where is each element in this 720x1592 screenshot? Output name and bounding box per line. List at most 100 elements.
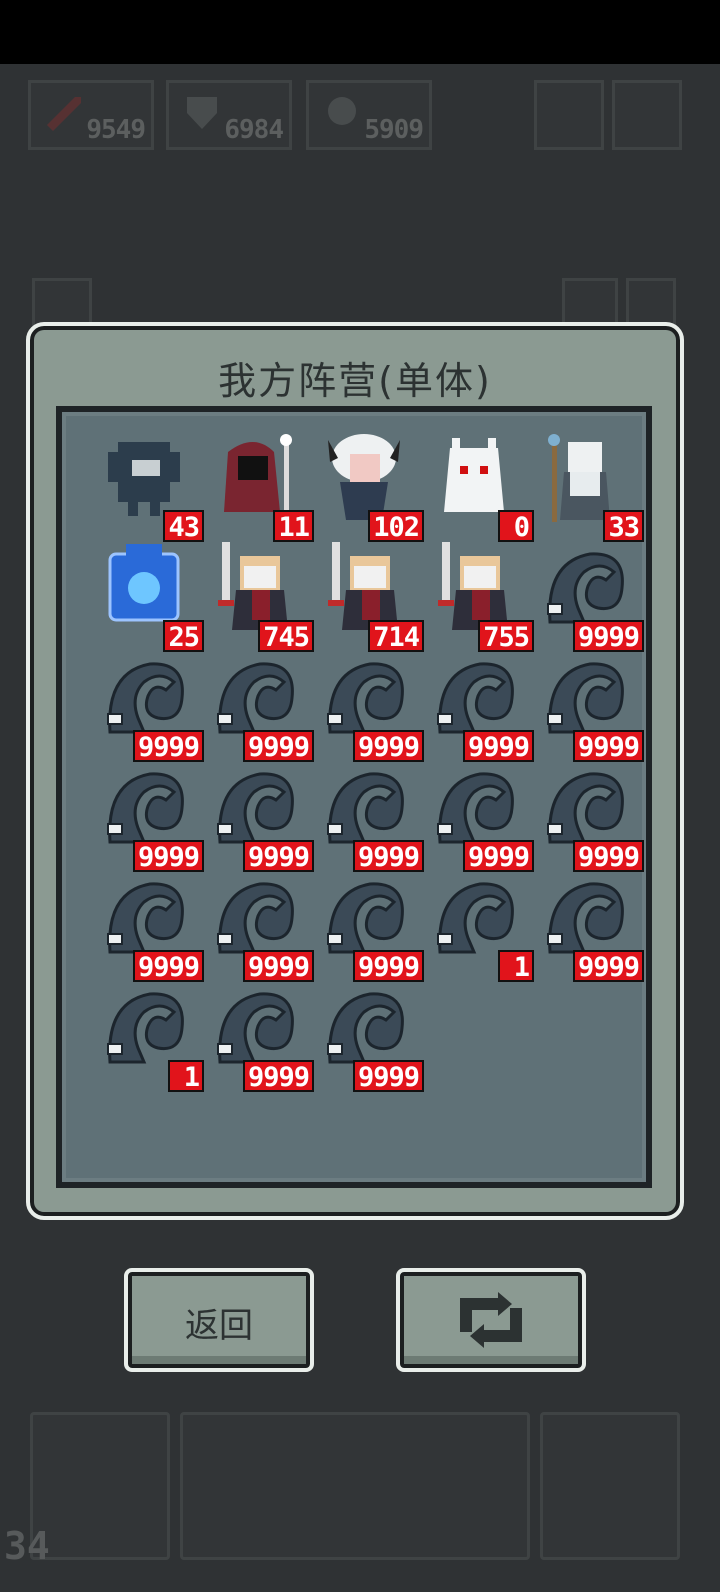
unit-slot[interactable]: 9999	[204, 872, 314, 983]
unit-count-badge: 0	[498, 510, 534, 543]
unit-count-badge: 714	[368, 620, 424, 653]
shield-icon	[187, 97, 217, 129]
unit-slot[interactable]: 9999	[204, 652, 314, 763]
modal-title: 我方阵营(单体)	[218, 359, 492, 403]
white-haired-demon-sprite	[328, 434, 400, 520]
unit-count-badge: 9999	[132, 840, 204, 873]
unit-slot[interactable]: 9999	[424, 762, 534, 873]
swirl-slime-sprite	[217, 662, 294, 734]
unit-slot[interactable]: 33	[534, 432, 644, 543]
unit-slot[interactable]: 9999	[204, 982, 314, 1093]
hud-side-button-2	[562, 278, 618, 328]
unit-count-badge: 43	[163, 510, 204, 543]
unit-slot[interactable]: 9999	[314, 872, 424, 983]
swirl-slime-sprite	[217, 992, 294, 1064]
swirl-slime-sprite	[327, 662, 404, 734]
unit-slot[interactable]: 9999	[94, 652, 204, 763]
swirl-slime-sprite	[327, 772, 404, 844]
unit-count-badge: 9999	[242, 840, 314, 873]
unit-count-badge: 102	[368, 510, 424, 543]
unit-slot[interactable]: 43	[94, 432, 204, 543]
bg-counter: 34	[4, 1524, 50, 1568]
blue-crystal-sprite	[108, 544, 180, 622]
resource-magic: 5909	[306, 80, 432, 150]
swirl-slime-sprite	[327, 882, 404, 954]
unit-count-badge: 11	[273, 510, 314, 543]
unit-slot[interactable]: 9999	[534, 652, 644, 763]
unit-slot[interactable]: 9999	[94, 872, 204, 983]
unit-slot[interactable]: 25	[94, 542, 204, 653]
unit-count-badge: 9999	[242, 950, 314, 983]
swap-button[interactable]	[396, 1268, 586, 1372]
back-button-label: 返回	[185, 1306, 253, 1346]
unit-slot[interactable]: 9999	[534, 542, 644, 653]
unit-slot[interactable]: 745	[204, 542, 314, 653]
back-button[interactable]: 返回	[124, 1268, 314, 1372]
unit-count-badge: 9999	[242, 1060, 314, 1093]
unit-slot[interactable]: 0	[424, 432, 534, 543]
unit-count-badge: 1	[498, 950, 534, 983]
status-bar	[0, 0, 720, 64]
bottom-slot-center	[180, 1412, 530, 1560]
unit-count-badge: 9999	[572, 840, 644, 873]
resource-value: 6984	[224, 115, 284, 145]
swirl-slime-sprite	[217, 772, 294, 844]
unit-count-badge: 9999	[352, 1060, 424, 1093]
swirl-slime-sprite	[547, 882, 624, 954]
unit-slot[interactable]: 9999	[534, 872, 644, 983]
swirl-slime-sprite	[547, 662, 624, 734]
hud-button-1	[534, 80, 604, 150]
unit-slot[interactable]: 9999	[314, 982, 424, 1093]
camp-modal: 我方阵营(单体) 43 11 102 0 33 25 745 714 755 9999 9999 99…	[26, 322, 684, 1220]
unit-count-badge: 9999	[352, 840, 424, 873]
unit-count-badge: 33	[603, 510, 644, 543]
unit-count-badge: 9999	[462, 730, 534, 763]
unit-slot[interactable]: 9999	[314, 652, 424, 763]
unit-count-badge: 25	[163, 620, 204, 653]
hud-button-2	[612, 80, 682, 150]
swirl-slime-sprite	[107, 772, 184, 844]
unit-slot[interactable]: 9999	[424, 652, 534, 763]
resource-value: 5909	[364, 115, 424, 145]
lion-knight-sprite	[438, 542, 508, 630]
swirl-slime-sprite	[107, 992, 184, 1064]
swirl-slime-sprite	[437, 662, 514, 734]
unit-count-badge: 9999	[132, 950, 204, 983]
bottom-slot-cancel	[30, 1412, 170, 1560]
swirl-slime-sprite	[107, 662, 184, 734]
hud-side-button	[32, 278, 92, 328]
unit-slot[interactable]: 714	[314, 542, 424, 653]
lion-knight-sprite	[218, 542, 288, 630]
unit-count-badge: 9999	[572, 620, 644, 653]
unit-count-badge: 745	[258, 620, 314, 653]
bottom-slot-hero	[540, 1412, 680, 1560]
unit-slot[interactable]: 1	[94, 982, 204, 1093]
unit-slot[interactable]: 1	[424, 872, 534, 983]
resource-attack: 9549	[28, 80, 154, 150]
unit-slot[interactable]: 102	[314, 432, 424, 543]
hud-side-button-3	[626, 278, 676, 328]
resource-defense: 6984	[166, 80, 292, 150]
unit-slot[interactable]: 755	[424, 542, 534, 653]
unit-count-badge: 9999	[462, 840, 534, 873]
unit-count-badge: 9999	[572, 950, 644, 983]
swirl-slime-sprite	[437, 772, 514, 844]
lion-knight-sprite	[328, 542, 398, 630]
swirl-slime-sprite	[327, 992, 404, 1064]
unit-count-badge: 9999	[352, 730, 424, 763]
sword-icon	[47, 97, 81, 131]
magic-icon	[328, 97, 356, 125]
unit-slot[interactable]: 9999	[534, 762, 644, 873]
dark-beast-sprite	[108, 442, 180, 516]
unit-count-badge: 9999	[132, 730, 204, 763]
unit-slot[interactable]: 9999	[314, 762, 424, 873]
swirl-slime-sprite	[107, 882, 184, 954]
resource-value: 9549	[86, 115, 146, 145]
unit-slot[interactable]: 9999	[94, 762, 204, 873]
unit-slot[interactable]: 9999	[204, 762, 314, 873]
swirl-slime-sprite	[437, 882, 514, 954]
unit-count-badge: 755	[478, 620, 534, 653]
swirl-slime-sprite	[547, 772, 624, 844]
unit-slot[interactable]: 11	[204, 432, 314, 543]
swirl-slime-sprite	[217, 882, 294, 954]
